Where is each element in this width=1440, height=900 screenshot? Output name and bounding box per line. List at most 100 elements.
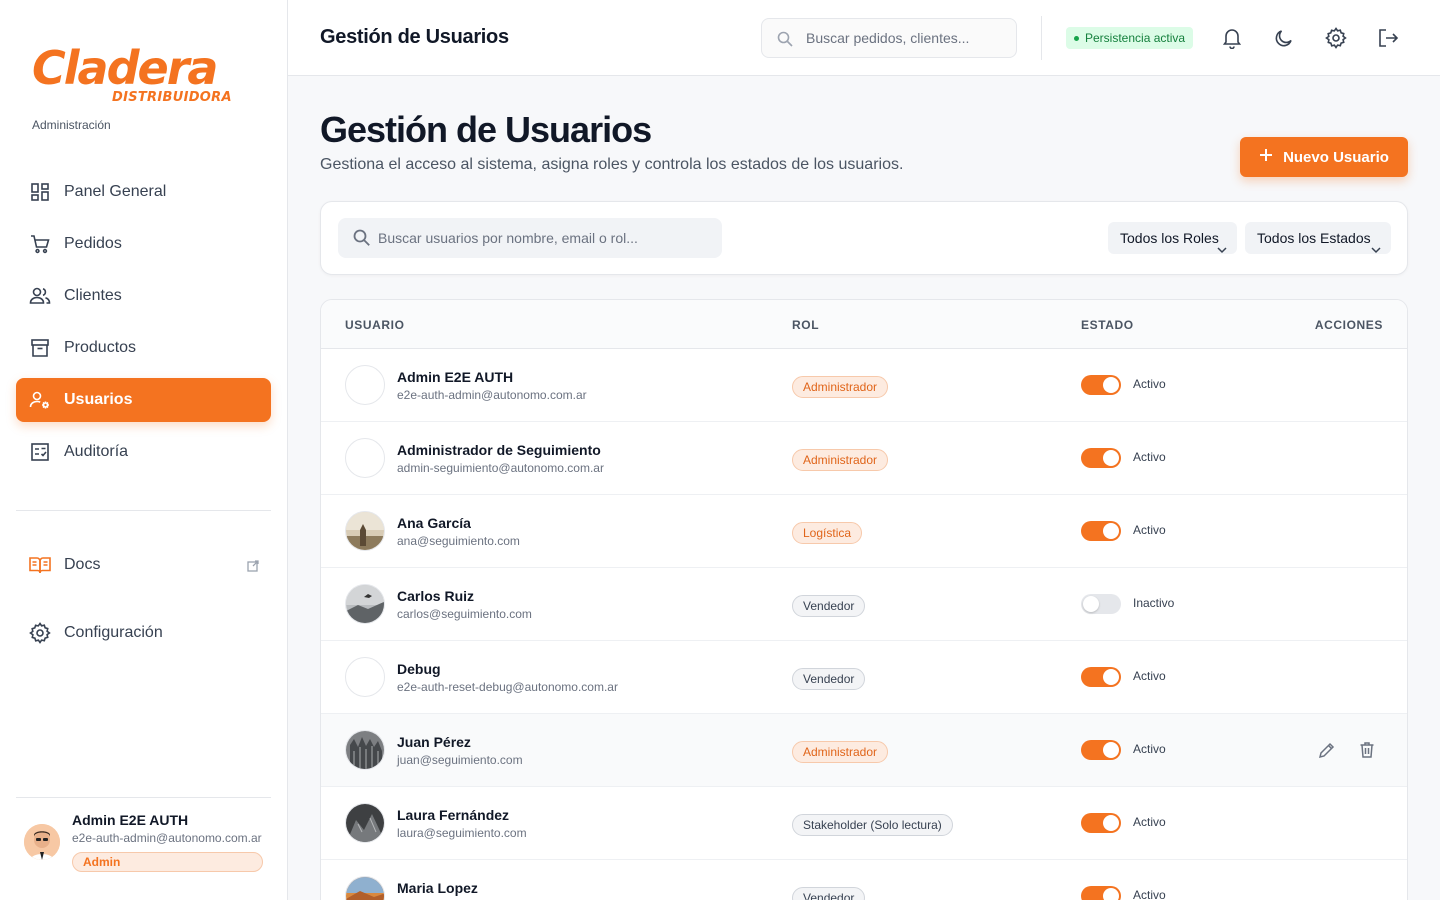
persistence-text: Persistencia activa (1085, 31, 1186, 45)
nav-item-configuracion[interactable]: Configuración (16, 611, 271, 655)
nav-item-usuarios[interactable]: Usuarios (16, 378, 271, 422)
theme-toggle-button[interactable] (1272, 26, 1296, 50)
notifications-button[interactable] (1220, 26, 1244, 50)
avatar (345, 584, 385, 624)
table-row[interactable]: Laura Fernández laura@seguimiento.com St… (321, 787, 1407, 860)
user-name: Maria Lopez (397, 880, 478, 896)
status-toggle[interactable] (1081, 667, 1121, 687)
role-badge: Administrador (792, 741, 889, 763)
nav-item-auditoria[interactable]: Auditoría (16, 430, 271, 474)
logout-button[interactable] (1376, 26, 1400, 50)
nav-item-clientes[interactable]: Clientes (16, 274, 271, 318)
table-row[interactable]: Maria Lopez Vendedor Activo (321, 860, 1407, 900)
avatar (345, 876, 385, 900)
column-header-state[interactable]: ESTADO (1081, 318, 1134, 332)
states-filter-value: Todos los Estados (1257, 230, 1371, 246)
nav-label: Panel General (64, 183, 167, 200)
table-row[interactable]: Juan Pérez juan@seguimiento.com Administ… (321, 714, 1407, 787)
global-search-input[interactable] (806, 19, 1006, 57)
nav-item-pedidos[interactable]: Pedidos (16, 222, 271, 266)
current-user-email: e2e-auth-admin@autonomo.com.ar (72, 831, 262, 845)
table-row[interactable]: Ana García ana@seguimiento.com Logística… (321, 495, 1407, 568)
nav-label: Auditoría (64, 443, 129, 460)
user-name: Juan Pérez (397, 734, 471, 750)
nav-item-productos[interactable]: Productos (16, 326, 271, 370)
new-user-label: Nuevo Usuario (1283, 148, 1389, 166)
status-label: Activo (1133, 450, 1166, 464)
column-header-actions: ACCIONES (1314, 318, 1383, 332)
roles-filter-select[interactable]: Todos los Roles (1108, 222, 1237, 254)
user-name: Carlos Ruiz (397, 588, 475, 604)
users-table: USUARIO ROL ESTADO ACCIONES Admin E2E AU… (320, 299, 1408, 900)
role-badge: Logística (792, 522, 863, 544)
user-name: Debug (397, 661, 441, 677)
user-name: Administrador de Seguimiento (397, 442, 601, 458)
toggle-knob (1103, 888, 1119, 900)
user-email: admin-seguimiento@autonomo.com.ar (397, 461, 604, 475)
current-user-role-badge: Admin (72, 852, 263, 872)
status-toggle[interactable] (1081, 886, 1121, 900)
users-icon (28, 284, 52, 308)
nav-item-panel-general[interactable]: Panel General (16, 170, 271, 214)
section-label: Administración (32, 118, 111, 132)
status-toggle[interactable] (1081, 594, 1121, 614)
moon-icon (1275, 30, 1292, 47)
user-name: Admin E2E AUTH (397, 369, 514, 385)
search-icon (776, 30, 794, 53)
toggle-knob (1083, 596, 1099, 612)
table-header: USUARIO ROL ESTADO ACCIONES (321, 300, 1407, 349)
user-name: Ana García (397, 515, 471, 531)
status-label: Activo (1133, 742, 1166, 756)
table-row[interactable]: Admin E2E AUTH e2e-auth-admin@autonomo.c… (321, 349, 1407, 422)
status-toggle[interactable] (1081, 740, 1121, 760)
states-filter-select[interactable]: Todos los Estados (1245, 222, 1391, 254)
settings-button[interactable] (1324, 26, 1348, 50)
status-toggle[interactable] (1081, 813, 1121, 833)
user-search-input[interactable] (378, 218, 708, 258)
table-row[interactable]: Administrador de Seguimiento admin-segui… (321, 422, 1407, 495)
status-label: Activo (1133, 377, 1166, 391)
nav-divider (16, 510, 271, 511)
roles-filter-value: Todos los Roles (1120, 230, 1219, 246)
avatar (24, 824, 60, 860)
dashboard-icon (28, 180, 52, 204)
chevron-down-icon (1371, 233, 1381, 265)
nav-label: Pedidos (64, 235, 122, 252)
brand-sub: DISTRIBUIDORA (112, 90, 232, 105)
avatar (345, 438, 385, 478)
status-toggle[interactable] (1081, 521, 1121, 541)
status-toggle[interactable] (1081, 375, 1121, 395)
trash-icon (1360, 742, 1374, 758)
new-user-button[interactable]: Nuevo Usuario (1240, 137, 1408, 177)
toggle-knob (1103, 523, 1119, 539)
toggle-knob (1103, 450, 1119, 466)
page-subtitle: Gestiona el acceso al sistema, asigna ro… (320, 156, 904, 173)
user-name: Laura Fernández (397, 807, 510, 823)
page-title: Gestión de Usuarios (320, 109, 652, 150)
status-dot (1074, 35, 1079, 41)
table-row[interactable]: Debug e2e-auth-reset-debug@autonomo.com.… (321, 641, 1407, 714)
brand-logo[interactable]: Cladera DISTRIBUIDORA (32, 36, 232, 108)
edit-button[interactable] (1317, 740, 1337, 760)
avatar (345, 803, 385, 843)
plus-icon (1259, 148, 1273, 166)
header-title: Gestión de Usuarios (320, 26, 509, 48)
search-icon (352, 228, 372, 253)
delete-button[interactable] (1357, 740, 1377, 760)
global-search (761, 18, 1017, 58)
filters-bar: Todos los Roles Todos los Estados (320, 201, 1408, 275)
current-user-card[interactable]: Admin E2E AUTH e2e-auth-admin@autonomo.c… (16, 797, 271, 887)
column-header-role[interactable]: ROL (792, 318, 819, 332)
status-toggle[interactable] (1081, 448, 1121, 468)
toggle-knob (1103, 377, 1119, 393)
role-badge: Administrador (792, 449, 889, 471)
avatar (345, 511, 385, 551)
status-label: Activo (1133, 888, 1166, 900)
nav-label: Productos (64, 339, 137, 356)
status-label: Activo (1133, 669, 1166, 683)
gear-icon (28, 621, 52, 645)
table-row[interactable]: Carlos Ruiz carlos@seguimiento.com Vende… (321, 568, 1407, 641)
column-header-user[interactable]: USUARIO (345, 318, 405, 332)
user-email: carlos@seguimiento.com (397, 607, 532, 621)
nav-item-docs[interactable]: Docs (16, 543, 271, 587)
